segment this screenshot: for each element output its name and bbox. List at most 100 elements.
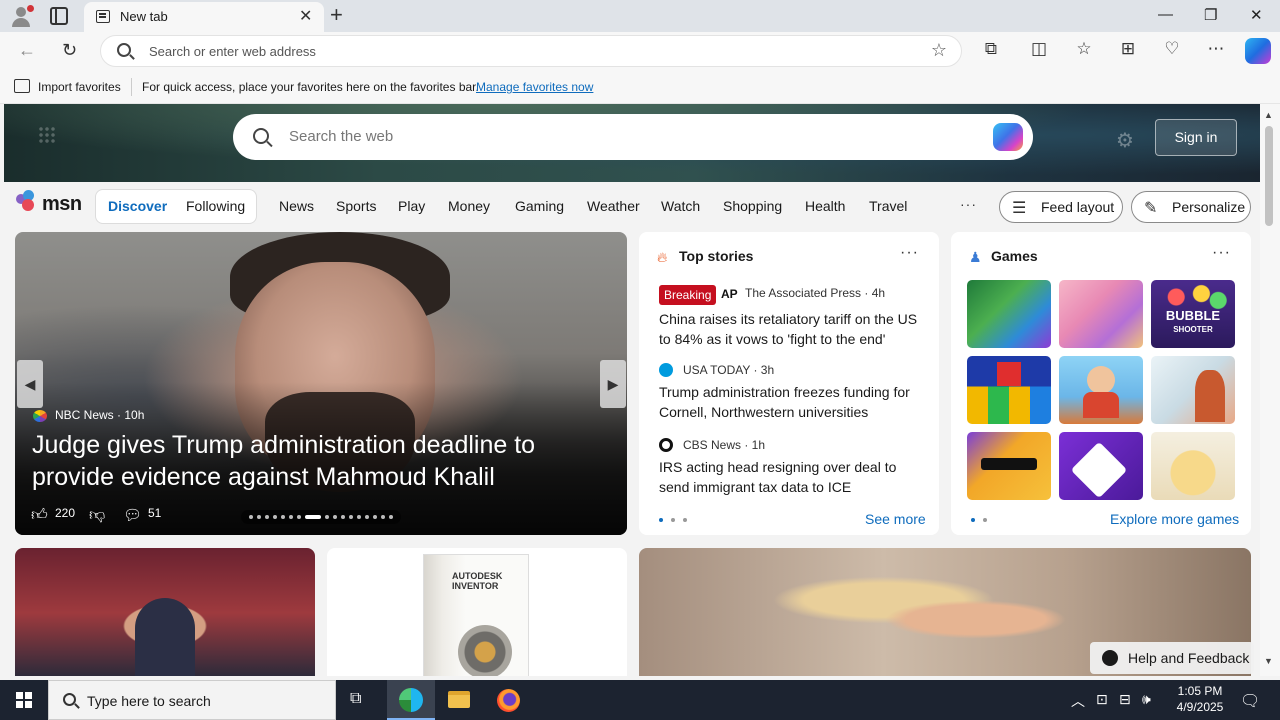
settings-gear-icon[interactable]: ⚙ [1116,128,1134,153]
import-favorites-button[interactable]: Import favorites [38,80,121,94]
tab-actions-icon[interactable] [50,7,68,25]
see-more-link[interactable]: See more [865,511,926,527]
like-count: 220 [55,506,76,520]
copilot-icon[interactable] [1245,38,1271,64]
nav-sports[interactable]: Sports [336,198,376,214]
firefox-icon[interactable] [484,680,532,720]
story-source: CBS News · 1h [683,438,766,452]
feed-layout-button[interactable]: ☰ Feed layout [999,191,1123,223]
next-arrow-icon[interactable]: ▶ [600,360,626,408]
story-headline[interactable]: Trump administration freezes funding for… [659,382,929,422]
taskbar-search-box[interactable]: Type here to search [48,680,336,720]
usa-today-icon [659,363,673,377]
system-clock[interactable]: 1:05 PM 4/9/2025 [1172,683,1228,715]
nav-news[interactable]: News [279,198,314,214]
game-tile-bubble-shooter[interactable]: BUBBLE SHOOTER [1151,280,1235,348]
show-hidden-icons-icon[interactable]: ︿ [1071,691,1085,711]
nav-shopping[interactable]: Shopping [723,198,782,214]
close-tab-icon[interactable]: ✕ [299,6,312,26]
comment-count: 51 [148,506,162,520]
breaking-badge: Breaking [659,285,717,305]
games-heading: Games [991,248,1038,264]
tab-new-tab[interactable]: New tab ✕ [84,2,324,32]
web-search-box[interactable]: Search the web [233,114,1033,160]
nav-travel[interactable]: Travel [869,198,907,214]
comment-icon[interactable]: 💬︎ [123,506,142,524]
minimize-icon[interactable]: — [1158,6,1173,23]
file-explorer-icon[interactable] [435,680,483,720]
more-options-icon[interactable]: ··· [900,244,919,262]
carousel-indicator[interactable] [241,510,401,524]
new-tab-icon [96,10,110,23]
scrollbar-thumb[interactable] [1265,126,1273,226]
edge-taskbar-icon[interactable] [387,680,435,720]
close-window-icon[interactable]: ✕ [1250,6,1263,24]
nav-watch[interactable]: Watch [661,198,700,214]
hero-headline[interactable]: Judge gives Trump administration deadlin… [32,429,592,493]
collections-icon[interactable]: ⊞ [1117,39,1139,59]
extensions-icon[interactable]: ⧉ [980,39,1002,59]
help-feedback-button[interactable]: Help and Feedback [1090,642,1254,674]
top-stories-card: 🔥︎ Top stories ··· Breaking AP The Assoc… [639,232,939,535]
explore-more-games-link[interactable]: Explore more games [1110,511,1239,527]
game-tile-makeup[interactable] [1059,280,1143,348]
dislike-icon[interactable]: 👎︎ [89,506,105,525]
nav-weather[interactable]: Weather [587,198,640,214]
game-tile-crazy-games-2[interactable] [1059,432,1143,500]
task-view-icon[interactable]: ⧉ [336,680,384,720]
bubble-shooter-logo: SHOOTER [1173,325,1213,334]
game-tile-doctor[interactable] [1151,356,1235,424]
notifications-icon[interactable]: 🗨︎ [1240,691,1260,711]
back-icon[interactable]: ← [18,40,36,61]
ap-logo-icon: AP [721,287,738,301]
nav-more-button[interactable]: ··· [960,196,977,212]
nav-play[interactable]: Play [398,198,425,214]
new-tab-button[interactable]: + [330,2,343,28]
tab-following[interactable]: Following [186,198,245,214]
refresh-icon[interactable]: ↻ [62,40,77,61]
hero-story-card[interactable]: ◀ ▶ NBC News · 10h Judge gives Trump adm… [15,232,627,535]
nav-gaming[interactable]: Gaming [515,198,564,214]
manage-favorites-link[interactable]: Manage favorites now [476,80,593,94]
ad-card-autodesk[interactable]: AUTODESK INVENTOR [327,548,627,676]
address-toolbar: ← ↻ Search or enter web address ☆ ⧉ ◫ ☆ … [0,32,1280,70]
game-tile-shiba[interactable] [1151,432,1235,500]
profile-icon[interactable] [10,5,34,27]
address-bar[interactable]: Search or enter web address ☆ [100,35,962,67]
restore-icon[interactable]: ❐ [1204,6,1217,24]
page-scrollbar[interactable]: ▲ ▼ [1260,104,1280,676]
web-search-placeholder: Search the web [289,128,394,145]
game-tile-blocks[interactable] [967,356,1051,424]
personalize-button[interactable]: ✎ Personalize [1131,191,1251,223]
msn-logo-text[interactable]: msn [42,193,82,216]
game-tile-jewels[interactable] [967,280,1051,348]
story-headline[interactable]: China raises its retaliatory tariff on t… [659,309,929,349]
tab-discover[interactable]: Discover [108,198,167,214]
browser-essentials-icon[interactable]: ♡ [1161,39,1183,59]
msn-page: Search the web ⚙ Sign in msn Discover Fo… [4,104,1260,676]
favorite-star-icon[interactable]: ☆ [931,40,947,61]
windows-start-icon[interactable] [16,692,32,708]
like-icon[interactable]: 👍︎ [31,506,48,525]
story-headline[interactable]: IRS acting head resigning over deal to s… [659,457,929,497]
meet-now-icon[interactable]: ⊡ [1096,691,1108,708]
more-options-icon[interactable]: ··· [1212,244,1231,262]
copilot-icon[interactable] [993,123,1023,151]
volume-icon[interactable]: 🕪︎ [1142,691,1151,708]
apps-grid-icon[interactable] [38,126,56,144]
story-card-image[interactable] [15,548,315,676]
scroll-down-icon[interactable]: ▼ [1264,656,1273,666]
previous-arrow-icon[interactable]: ◀ [17,360,43,408]
sign-in-button[interactable]: Sign in [1155,119,1237,156]
network-icon[interactable]: ⊟ [1119,691,1131,708]
msn-logo-icon[interactable] [16,190,38,212]
game-tile-crazy-games-1[interactable] [967,432,1051,500]
nav-money[interactable]: Money [448,198,490,214]
game-tile-hotel[interactable] [1059,356,1143,424]
split-screen-icon[interactable]: ◫ [1028,39,1050,59]
scroll-up-icon[interactable]: ▲ [1264,110,1273,120]
nav-health[interactable]: Health [805,198,845,214]
more-menu-icon[interactable]: ⋯ [1205,39,1227,59]
favorites-icon[interactable]: ☆ [1073,39,1095,59]
import-favorites-icon[interactable] [14,79,30,93]
